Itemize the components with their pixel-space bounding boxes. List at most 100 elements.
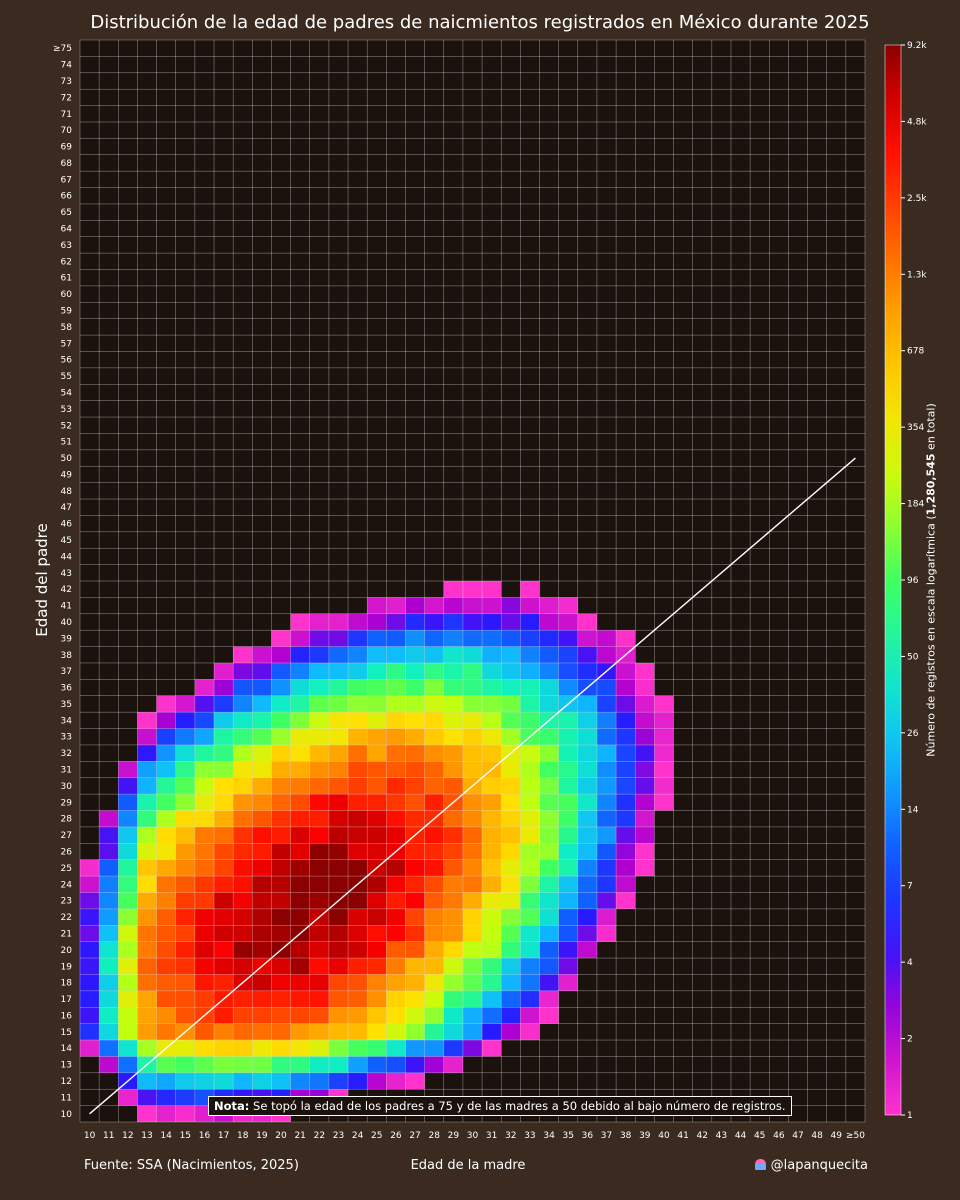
colorbar-tick-label: 50 [907, 652, 919, 662]
heatmap-cell [539, 941, 559, 959]
heatmap-cell [233, 810, 253, 827]
heatmap-cell [367, 958, 387, 975]
heatmap-cell [309, 777, 329, 795]
heatmap-cell [271, 1023, 291, 1041]
heatmap-cell [271, 744, 291, 762]
heatmap-cell [309, 630, 329, 647]
y-tick-label: 22 [61, 913, 72, 923]
heatmap-cell [616, 630, 636, 647]
heatmap-cell [635, 794, 655, 811]
heatmap-cell [214, 859, 234, 877]
heatmap-cell [539, 1007, 559, 1024]
heatmap-cell [558, 777, 578, 795]
x-tick-label: ≥50 [846, 1131, 865, 1141]
heatmap-cell [233, 761, 253, 778]
heatmap-cell [348, 695, 368, 713]
heatmap-cell [520, 597, 540, 614]
y-tick-label: 64 [61, 225, 73, 235]
y-tick-label: 67 [61, 175, 72, 185]
heatmap-cell [367, 777, 387, 795]
heatmap-cell [654, 777, 674, 795]
heatmap-cell [520, 1023, 540, 1041]
heatmap-cell [328, 761, 349, 778]
x-tick-label: 49 [831, 1131, 843, 1141]
heatmap-cell [175, 1040, 195, 1057]
heatmap-cell [328, 794, 349, 811]
heatmap-cell [577, 826, 597, 844]
y-tick-label: 41 [61, 602, 72, 612]
heatmap-cell [462, 728, 483, 745]
x-axis-label: Edad de la madre [410, 1158, 526, 1173]
heatmap-cell [156, 1072, 176, 1090]
x-tick-label: 44 [735, 1131, 747, 1141]
x-tick-label: 22 [314, 1131, 325, 1141]
heatmap-cell [328, 876, 349, 893]
heatmap-cell [482, 794, 502, 811]
heatmap-cell [99, 892, 119, 909]
heatmap-cell [233, 958, 253, 975]
heatmap-cell [348, 662, 368, 680]
y-tick-label: 32 [61, 749, 72, 759]
colorbar-tick-label: 7 [907, 882, 913, 892]
y-tick-label: 72 [61, 93, 72, 103]
heatmap-cell [386, 990, 406, 1008]
heatmap-cell [118, 990, 138, 1008]
heatmap-cell [386, 941, 406, 959]
heatmap-cell [271, 876, 291, 893]
y-tick-label: 44 [61, 552, 73, 562]
heatmap-cell [367, 925, 387, 942]
x-tick-label: 10 [84, 1131, 96, 1141]
heatmap-cell [137, 712, 157, 729]
heatmap-cell [309, 613, 329, 631]
heatmap-cell [233, 1023, 253, 1041]
heatmap-cell [443, 695, 463, 713]
heatmap-cell [462, 679, 483, 696]
heatmap-cell [386, 695, 406, 713]
note-label: Nota: [214, 1099, 250, 1113]
heatmap-cell [137, 1007, 157, 1024]
heatmap-cell [405, 908, 425, 926]
heatmap-cell [328, 630, 349, 647]
heatmap-cell [348, 826, 368, 844]
heatmap-cell [405, 892, 425, 909]
heatmap-cell [558, 908, 578, 926]
y-tick-label: 36 [61, 684, 73, 694]
heatmap-cell [405, 958, 425, 975]
y-tick-label: 62 [61, 257, 72, 267]
heatmap-cell [501, 974, 521, 991]
heatmap-cell [252, 1040, 272, 1057]
heatmap-cell [405, 679, 425, 696]
y-tick-label: 68 [61, 159, 73, 169]
heatmap-cell [558, 630, 578, 647]
x-tick-label: 35 [563, 1131, 574, 1141]
heatmap-cell [328, 843, 349, 860]
heatmap-cell [577, 925, 597, 942]
heatmap-cell [175, 859, 195, 877]
heatmap-cell [405, 974, 425, 991]
heatmap-cell [424, 876, 444, 893]
heatmap-cell [577, 761, 597, 778]
heatmap-cell [577, 794, 597, 811]
heatmap-cell [233, 859, 253, 877]
heatmap-cell [194, 876, 215, 893]
heatmap-cell [233, 908, 253, 926]
heatmap-cell [482, 876, 502, 893]
heatmap-cell [309, 1023, 329, 1041]
heatmap-cell [596, 843, 617, 860]
heatmap-cell [290, 958, 310, 975]
heatmap-cell [252, 679, 272, 696]
heatmap-cell [558, 712, 578, 729]
heatmap-cell [501, 662, 521, 680]
y-tick-label: 45 [61, 536, 72, 546]
heatmap-cell [386, 859, 406, 877]
heatmap-cell [137, 1105, 157, 1122]
heatmap-cell [80, 925, 100, 942]
heatmap-cell [252, 712, 272, 729]
heatmap-cell [443, 826, 463, 844]
heatmap-cell [616, 859, 636, 877]
heatmap-cell [577, 810, 597, 827]
heatmap-cell [309, 662, 329, 680]
heatmap-cell [214, 958, 234, 975]
heatmap-cell [558, 728, 578, 745]
heatmap-cell [233, 941, 253, 959]
